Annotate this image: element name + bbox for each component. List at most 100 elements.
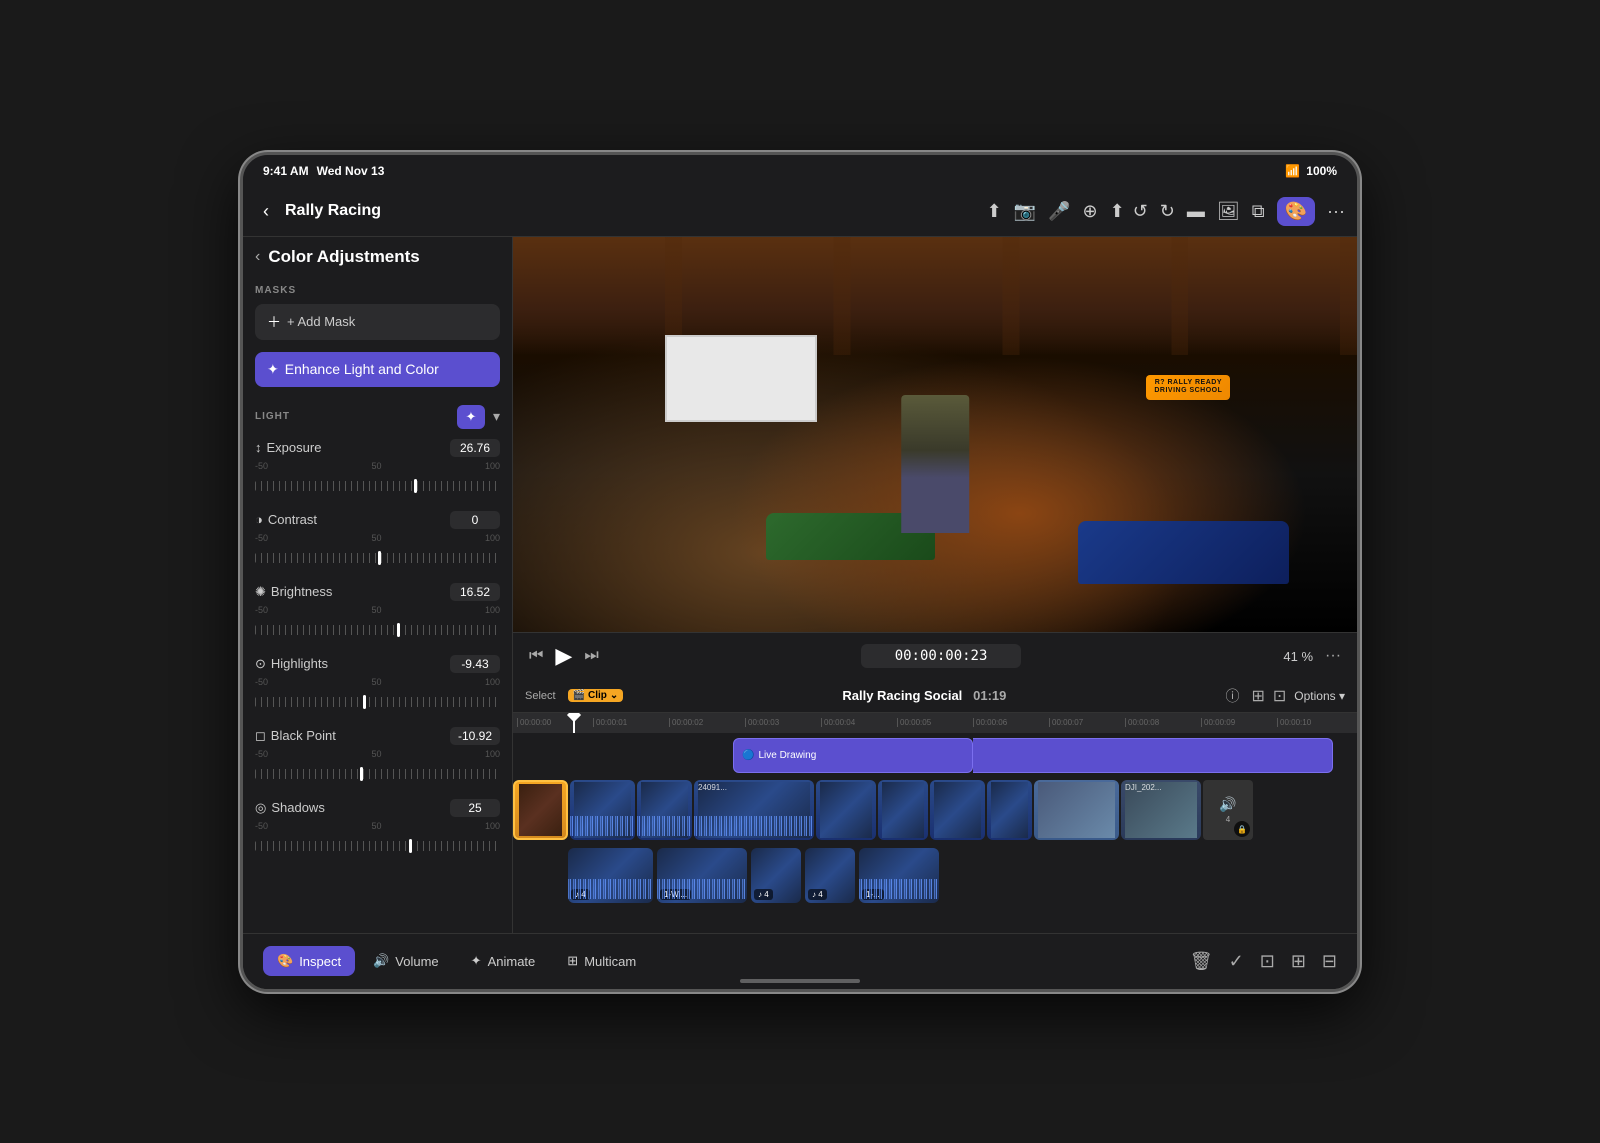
video-clip-6[interactable] (930, 780, 985, 840)
video-clip-dji[interactable]: DJI_202... (1121, 780, 1201, 840)
blackpoint-value[interactable]: -10.92 (450, 727, 500, 745)
ruler-mark: 00:00:01 (593, 718, 669, 727)
highlights-adjustment: ⊙ Highlights -9.43 -5050100 (243, 649, 512, 721)
chevron-down-icon[interactable]: ▾ (493, 408, 500, 425)
video-clip-1[interactable] (570, 780, 635, 840)
video-clip-2[interactable] (637, 780, 692, 840)
broll-clip-1[interactable]: ♪ 4 (568, 848, 653, 903)
contrast-row: ◑ Contrast 0 (255, 511, 500, 529)
highlights-value[interactable]: -9.43 (450, 655, 500, 673)
bottom-tabs: 🎨 Inspect 🔊 Volume ✦ Animate ⊞ Multicam (263, 946, 650, 976)
highlights-track (255, 697, 500, 707)
timeline-tracks[interactable]: 🔵 Live Drawing (513, 733, 1357, 933)
multicam-button[interactable]: ⊞ (1291, 951, 1306, 972)
broll-clip-2[interactable]: 1-Wi... (657, 848, 747, 903)
mic-icon[interactable]: 🎤 (1048, 201, 1070, 222)
tab-multicam[interactable]: ⊞ Multicam (553, 946, 650, 976)
sync-icon[interactable]: ↻ (1160, 201, 1175, 222)
light-controls: ✦ ▾ (457, 405, 500, 429)
exposure-slider[interactable] (255, 477, 500, 495)
split-button[interactable]: ⊡ (1260, 951, 1275, 972)
brightness-value[interactable]: 16.52 (450, 583, 500, 601)
blackpoint-label: ◻ Black Point (255, 728, 336, 744)
share-icon[interactable]: ⬆ (1110, 201, 1125, 222)
ruler-mark: 00:00:07 (1049, 718, 1125, 727)
video-clip-yellow[interactable] (513, 780, 568, 840)
highlights-slider[interactable] (255, 693, 500, 711)
overlay-icon[interactable]: ⧉ (1252, 201, 1265, 222)
tab-volume[interactable]: 🔊 Volume (359, 946, 453, 976)
app-container: ‹ Rally Racing ⬆ 📷 🎤 ⊕ ⬆ ↺ ↻ ▬ 🖼 ⧉ 🎨 ··· (243, 187, 1357, 989)
brightness-slider[interactable] (255, 621, 500, 639)
video-clip-3[interactable]: 24091... (694, 780, 814, 840)
shadows-slider-labels: -5050100 (255, 821, 500, 831)
exposure-row: ↕ Exposure 26.76 (255, 439, 500, 457)
more-icon[interactable]: ··· (1327, 201, 1345, 222)
options-button[interactable]: Options ▾ (1294, 689, 1345, 703)
photo-icon[interactable]: 🖼 (1217, 201, 1240, 222)
highlights-label: ⊙ Highlights (255, 656, 328, 672)
exposure-value[interactable]: 26.76 (450, 439, 500, 457)
broll-clip-3[interactable]: ♪ 4 (751, 848, 801, 903)
shadows-track (255, 841, 500, 851)
timeline-grid-icon[interactable]: ⊞ (1251, 686, 1264, 706)
add-mask-button[interactable]: ＋ + Add Mask (255, 304, 500, 340)
export-icon[interactable]: ⬆ (987, 201, 1002, 222)
delete-button[interactable]: 🗑 (1190, 951, 1213, 972)
timeline-title-text: Rally Racing Social (842, 688, 962, 703)
light-label: LIGHT (255, 411, 290, 422)
broll-waveform-1 (568, 879, 653, 899)
tab-inspect[interactable]: 🎨 Inspect (263, 946, 355, 976)
enhance-button[interactable]: ✦ Enhance Light and Color (255, 352, 500, 387)
video-clip-8[interactable] (1034, 780, 1119, 840)
video-clip-4[interactable] (816, 780, 876, 840)
timeline-header: Select 🎬 Clip ⌄ Rally Racing Social 01:1… (513, 680, 1357, 713)
contrast-value[interactable]: 0 (450, 511, 500, 529)
inspect-label: Inspect (299, 954, 341, 969)
ruler-marks: 00:00:00 00:00:01 00:00:02 00:00:03 00:0… (517, 718, 1353, 727)
ruler-mark: 00:00:06 (973, 718, 1049, 727)
rewind-icon[interactable]: ↺ (1133, 201, 1148, 222)
color-icon[interactable]: 🎨 (1277, 197, 1315, 226)
multicam-icon: ⊞ (567, 953, 578, 969)
confirm-button[interactable]: ✓ (1229, 951, 1244, 972)
skip-back-button[interactable]: ⏮ (529, 647, 543, 665)
clip-thumbnail-4 (820, 782, 872, 838)
contrast-slider[interactable] (255, 549, 500, 567)
play-button[interactable]: ▶ (555, 643, 572, 669)
shadows-adjustment: ◎ Shadows 25 -5050100 (243, 793, 512, 865)
more-options-button[interactable]: ··· (1325, 647, 1341, 665)
waveform-2 (637, 816, 692, 836)
clip-label-3: 24091... (698, 783, 727, 792)
title-clip[interactable]: 🔵 Live Drawing (733, 738, 973, 773)
skip-forward-button[interactable]: ⏭ (584, 647, 598, 665)
info-icon[interactable]: ⓘ (1225, 686, 1239, 706)
video-clip-end[interactable]: 🔊 4 🔒 (1203, 780, 1253, 840)
shadows-value[interactable]: 25 (450, 799, 500, 817)
back-button[interactable]: ‹ (255, 197, 277, 226)
animate-label: Animate (488, 954, 536, 969)
clip-icon[interactable]: ▬ (1187, 201, 1205, 222)
panel-back-button[interactable]: ‹ (255, 248, 260, 266)
tab-animate[interactable]: ✦ Animate (457, 946, 550, 976)
video-clip-5[interactable] (878, 780, 928, 840)
video-clip-7[interactable] (987, 780, 1032, 840)
brightness-track (255, 625, 500, 635)
toolbar-right-group: ↺ ↻ ▬ 🖼 ⧉ 🎨 ··· (1133, 197, 1345, 226)
broll-clip-4[interactable]: ♪ 4 (805, 848, 855, 903)
broll-clip-5[interactable]: 1-... (859, 848, 939, 903)
ruler-mark: 00:00:00 (517, 718, 593, 727)
brightness-label: ✺ Brightness (255, 584, 332, 600)
blackpoint-thumb (360, 767, 363, 781)
camera-icon[interactable]: 📷 (1014, 201, 1036, 222)
timeline-clip-icon[interactable]: ⊡ (1273, 686, 1286, 706)
location-icon[interactable]: ⊕ (1083, 201, 1098, 222)
shadows-label: ◎ Shadows (255, 800, 325, 816)
detach-button[interactable]: ⊟ (1322, 951, 1337, 972)
light-toggle-button[interactable]: ✦ (457, 405, 485, 429)
blackpoint-slider[interactable] (255, 765, 500, 783)
right-panel: R? RALLY READYDRIVING SCHOOL ⏮ ▶ ⏭ 00 (513, 237, 1357, 933)
battery-icon: 100% (1306, 164, 1337, 178)
timeline-controls-right: ⊞ ⊡ Options ▾ (1251, 686, 1345, 706)
shadows-slider[interactable] (255, 837, 500, 855)
